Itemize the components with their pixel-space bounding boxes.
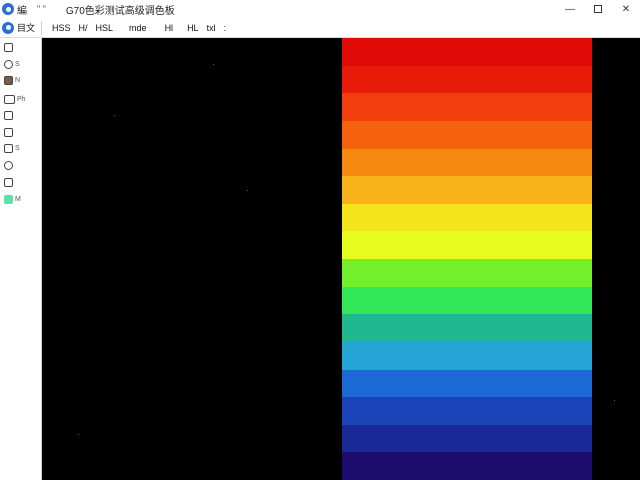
menu-separator bbox=[41, 20, 43, 35]
close-button[interactable]: ✕ bbox=[612, 0, 640, 18]
layer-icon bbox=[4, 127, 13, 137]
color-stripe bbox=[342, 93, 592, 121]
app-window: 編 " " G70色彩测试高级调色板 — ✕ 目文 HSS H/ HSL mde… bbox=[0, 0, 640, 480]
tool-layer[interactable] bbox=[4, 126, 15, 138]
minimize-button[interactable]: — bbox=[556, 0, 584, 18]
color-band-image bbox=[342, 38, 592, 480]
maximize-icon bbox=[594, 5, 602, 13]
bucket-icon bbox=[4, 160, 13, 170]
left-toolbar: S N Ph S M bbox=[0, 38, 42, 480]
tool-label: N bbox=[15, 76, 21, 84]
menu-h[interactable]: H/ bbox=[75, 23, 92, 33]
menu-mode[interactable]: mde bbox=[125, 23, 151, 33]
tool-move[interactable]: S bbox=[4, 58, 20, 70]
color-stripe bbox=[342, 259, 592, 287]
color-stripe bbox=[342, 38, 592, 66]
color-stripe bbox=[342, 176, 592, 204]
menu-txl[interactable]: txl bbox=[203, 23, 220, 33]
color-stripe bbox=[342, 369, 592, 398]
rectangle-icon bbox=[4, 94, 15, 104]
color-stripe bbox=[342, 203, 592, 232]
brush-icon bbox=[4, 143, 13, 153]
color-stripe bbox=[342, 231, 592, 259]
color-swatch-icon bbox=[4, 194, 13, 204]
tool-label: S bbox=[15, 144, 20, 152]
crop-icon bbox=[4, 110, 13, 120]
title-marks: " " bbox=[37, 4, 46, 14]
menu-hsl[interactable]: HSL bbox=[92, 23, 118, 33]
menu-bar: 目文 HSS H/ HSL mde Hl HL txl : bbox=[0, 18, 640, 38]
color-stripe bbox=[342, 424, 592, 453]
tool-eraser[interactable] bbox=[4, 176, 15, 188]
canvas-noise-dot bbox=[78, 434, 79, 435]
tool-color-swatch[interactable]: M bbox=[4, 193, 21, 205]
canvas-noise-dot bbox=[247, 190, 248, 191]
menu-hl-1[interactable]: Hl bbox=[161, 23, 178, 33]
canvas-noise-dot bbox=[213, 64, 214, 65]
minimize-icon: — bbox=[565, 3, 575, 15]
tool-label: M bbox=[15, 195, 21, 203]
menu-hl-2[interactable]: HL bbox=[183, 23, 203, 33]
color-stripe bbox=[342, 148, 592, 177]
eraser-icon bbox=[4, 177, 13, 187]
window-controls: — ✕ bbox=[556, 0, 640, 18]
window-title: G70色彩测试高级调色板 bbox=[65, 5, 175, 17]
color-stripe bbox=[342, 397, 592, 425]
menu-more[interactable]: : bbox=[220, 23, 231, 33]
color-stripe bbox=[342, 120, 592, 149]
canvas-noise-dot bbox=[114, 115, 115, 116]
tool-brush[interactable]: S bbox=[4, 142, 20, 154]
canvas[interactable] bbox=[42, 38, 640, 480]
tool-bucket[interactable] bbox=[4, 159, 15, 171]
canvas-noise-dot bbox=[614, 400, 615, 401]
maximize-button[interactable] bbox=[584, 0, 612, 18]
tool-select[interactable] bbox=[4, 41, 15, 53]
image-icon bbox=[4, 75, 13, 85]
color-stripe bbox=[342, 65, 592, 94]
color-stripe bbox=[342, 314, 592, 342]
tool-crop[interactable] bbox=[4, 109, 15, 121]
close-icon: ✕ bbox=[621, 3, 631, 15]
color-stripe bbox=[342, 341, 592, 370]
move-icon bbox=[4, 59, 13, 69]
menu-hss[interactable]: HSS bbox=[48, 23, 75, 33]
color-stripe bbox=[342, 286, 592, 315]
document-icon bbox=[4, 42, 13, 52]
app-logo-icon bbox=[2, 3, 14, 15]
tool-label: S bbox=[15, 60, 20, 68]
title-bar: 編 " " G70色彩测试高级调色板 — ✕ bbox=[0, 0, 640, 18]
menu-file[interactable]: 目文 bbox=[17, 21, 35, 34]
tool-rectangle[interactable]: Ph bbox=[4, 93, 26, 105]
tool-image[interactable]: N bbox=[4, 74, 20, 86]
color-stripe bbox=[342, 452, 592, 480]
file-menu-icon[interactable] bbox=[2, 21, 14, 34]
title-app-label: 編 bbox=[17, 5, 27, 17]
tool-label: Ph bbox=[17, 95, 26, 103]
